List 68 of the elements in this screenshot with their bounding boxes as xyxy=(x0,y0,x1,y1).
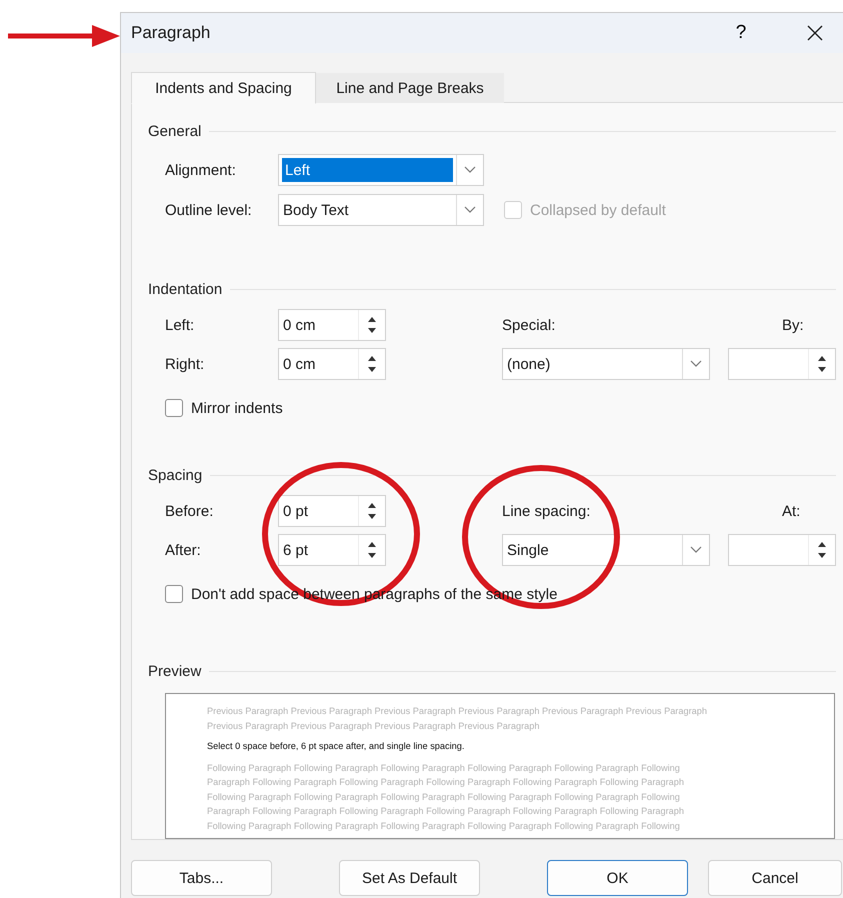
dropdown[interactable]: Left xyxy=(278,154,484,186)
tabs-button[interactable]: Tabs... xyxy=(131,860,272,896)
field-label: Left: xyxy=(165,316,196,334)
up-arrow-icon xyxy=(367,502,377,508)
section-heading: Spacing xyxy=(148,466,202,484)
preview-text-line: Previous Paragraph Previous Paragraph Previous Paragraph Previous Paragraph Previous Paragraph Previous Paragraph xyxy=(207,705,708,718)
section-heading: Indentation xyxy=(148,280,222,298)
down-arrow-icon xyxy=(367,367,377,373)
up-arrow-icon xyxy=(367,316,377,322)
field-label: Right: xyxy=(165,356,206,372)
preview-text-line: Following Paragraph Following Paragraph Following Paragraph Following Paragraph Following Paragraph Following xyxy=(207,790,681,804)
caret-icon xyxy=(464,166,476,174)
preview-text-line: Previous Paragraph Previous Paragraph Previous Paragraph Previous Paragraph xyxy=(207,720,540,733)
window-title: Paragraph xyxy=(131,23,212,43)
spin-field[interactable]: 0 cm xyxy=(278,348,386,380)
checkbox[interactable] xyxy=(165,399,183,417)
up-arrow-icon xyxy=(367,355,377,361)
preview-text-line: Following Paragraph Following Paragraph Following Paragraph Following Paragraph Following Paragraph Following xyxy=(207,762,681,775)
checkbox-label: Mirror indents xyxy=(191,400,283,416)
caret-icon xyxy=(690,546,702,554)
checkbox-label: Collapsed by default xyxy=(530,202,666,218)
up-arrow-icon xyxy=(817,355,827,361)
dropdown-value: Left xyxy=(282,158,453,182)
spin-value: 0 cm xyxy=(282,316,317,336)
down-arrow-icon xyxy=(817,367,827,373)
dropdown[interactable]: Body Text xyxy=(278,194,484,226)
preview-text-line: Paragraph Following Paragraph Following Paragraph Following Paragraph Following Paragraph Following Paragraph xyxy=(207,776,686,789)
tab[interactable]: Line and Page Breaks xyxy=(316,73,504,103)
caret-icon xyxy=(464,206,476,214)
field-label: Outline level: xyxy=(165,202,253,218)
field-label: Special: xyxy=(502,316,556,334)
field-label: Alignment: xyxy=(165,162,237,178)
caret-icon xyxy=(690,360,702,368)
spin-field[interactable]: 6 pt xyxy=(278,534,386,566)
spin-value: 0 pt xyxy=(282,502,310,522)
preview-text-line: Following Paragraph Following Paragraph Following Paragraph Following Paragraph Following Paragraph Following xyxy=(207,820,681,833)
field-label: By: xyxy=(782,316,805,334)
field-label: At: xyxy=(782,502,802,520)
up-arrow-icon xyxy=(367,541,377,547)
dropdown-value: (none) xyxy=(506,354,552,374)
down-arrow-icon xyxy=(817,553,827,559)
down-arrow-icon xyxy=(367,514,377,520)
field-label: Line spacing: xyxy=(502,502,592,520)
checkbox[interactable] xyxy=(165,585,183,603)
preview-sample-text: Select 0 space before, 6 pt space after, and single line spacing. xyxy=(207,740,466,753)
spin-field[interactable] xyxy=(728,534,836,566)
tab[interactable]: Indents and Spacing xyxy=(131,72,316,104)
set-default-button[interactable]: Set As Default xyxy=(339,860,480,896)
spin-field[interactable]: 0 pt xyxy=(278,495,386,527)
help-button[interactable]: ? xyxy=(734,18,748,48)
section-heading: Preview xyxy=(148,662,202,680)
section-heading: General xyxy=(148,122,202,140)
spin-value: 0 cm xyxy=(282,354,317,374)
preview-text-line: Paragraph Following Paragraph Following Paragraph Following Paragraph Following Paragraph Following Paragraph xyxy=(207,805,686,818)
spin-field[interactable]: 0 cm xyxy=(278,309,386,341)
dropdown[interactable]: (none) xyxy=(502,348,710,380)
dropdown-value: Body Text xyxy=(282,200,350,220)
up-arrow-icon xyxy=(817,541,827,547)
down-arrow-icon xyxy=(367,328,377,334)
spin-value: 6 pt xyxy=(282,540,310,560)
spin-field[interactable] xyxy=(728,348,836,380)
down-arrow-icon xyxy=(367,553,377,559)
cancel-button[interactable]: Cancel xyxy=(708,860,842,896)
field-label: After: xyxy=(165,542,202,558)
field-label: Before: xyxy=(165,502,214,520)
dropdown-value: Single xyxy=(506,540,550,560)
dropdown[interactable]: Single xyxy=(502,534,710,566)
ok-button[interactable]: OK xyxy=(547,860,688,896)
